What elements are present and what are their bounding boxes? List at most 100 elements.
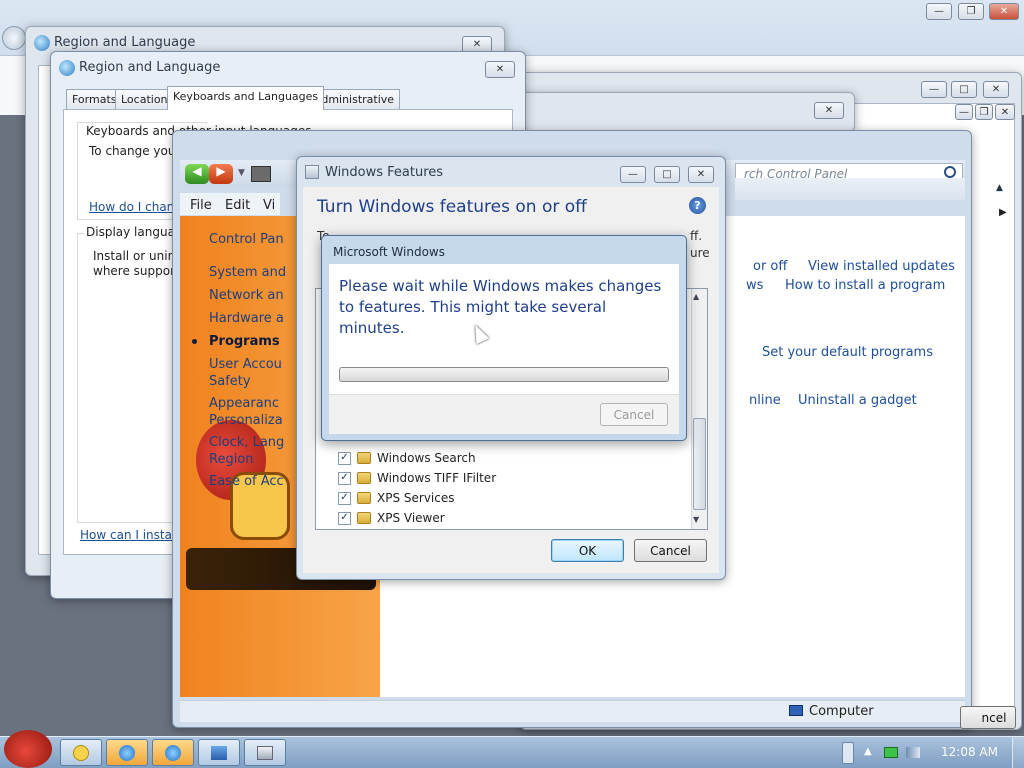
scroll-down-icon[interactable]: ▼ [693,515,699,524]
uninstall-gadget-link[interactable]: Uninstall a gadget [798,393,917,408]
taskbar-smiley-button[interactable] [60,739,102,766]
tray-scroll-icon[interactable] [842,742,854,764]
maximize-button[interactable]: □ [654,166,680,183]
menu-file[interactable]: File [190,198,212,213]
restore-button[interactable]: ❐ [975,104,993,120]
install-program-link[interactable]: How to install a program [785,278,945,293]
collapse-icon[interactable]: ▲ [996,183,1003,193]
feature-row[interactable]: ✓ Windows Search [338,448,476,468]
sidebar-clock-language[interactable]: Clock, Lang [209,435,284,450]
taskbar-ie-button-2[interactable] [152,739,194,766]
expand-arrow-icon[interactable]: ▶ [999,207,1007,218]
features-icon [305,165,319,179]
start-button[interactable] [4,730,52,768]
minimize-button[interactable]: — [620,166,646,183]
cancel-partial-label: ncel [981,710,1007,725]
sidebar-system[interactable]: System and [209,265,286,280]
checkbox-checked[interactable]: ✓ [338,451,351,465]
close-button[interactable]: ✕ [814,102,844,119]
checkbox-checked[interactable]: ✓ [338,471,351,485]
features-heading: Turn Windows features on or off [317,197,587,217]
scroll-up-icon[interactable]: ▲ [693,292,699,301]
tray-arrow-icon[interactable]: ▲ [864,746,872,757]
sidebar-appearance[interactable]: Appearanc [209,396,279,411]
help-icon[interactable]: ? [689,197,706,214]
checkbox-checked[interactable]: ✓ [338,511,351,525]
minimize-button[interactable]: — [921,81,947,98]
feature-row[interactable]: ✓ XPS Viewer [338,508,445,528]
feature-label: XPS Viewer [377,511,445,525]
taskbar-control-panel-button[interactable] [198,739,240,766]
minimize-button[interactable]: — [926,3,952,20]
smiley-icon [73,744,89,761]
forward-arrow-icon[interactable]: ▶ [209,164,233,184]
sidebar-ease-of-access[interactable]: Ease of Acc [209,474,284,489]
programs-link-partial[interactable]: ws [746,278,763,293]
turn-features-link[interactable]: or off [753,259,787,274]
view-installed-updates-link[interactable]: View installed updates [808,259,955,274]
taskbar-ie-button-1[interactable] [106,739,148,766]
sidebar-safety[interactable]: Safety [209,374,251,389]
cancel-button[interactable]: Cancel [634,539,707,562]
progress-message: Please wait while Windows makes changes … [339,277,662,337]
control-panel-icon [211,745,227,760]
close-button[interactable]: ✕ [989,3,1019,20]
ie-icon [165,744,181,761]
restore-button[interactable]: ❐ [958,3,984,20]
default-programs-link[interactable]: Set your default programs [762,345,933,360]
features-description-right-2: ure [690,246,710,260]
features-icon [257,745,273,760]
minimize-button[interactable]: — [955,104,973,120]
globe-icon [59,60,75,76]
tray-network-icon[interactable] [884,747,898,758]
keyboards-text: To change your [89,144,181,158]
feature-label: XPS Services [377,491,455,505]
feature-row[interactable]: ✓ XPS Services [338,488,455,508]
feature-label: Windows Search [377,451,476,465]
sidebar-control-panel-home[interactable]: Control Pan [209,232,284,247]
feature-label: Windows TIFF IFilter [377,471,497,485]
keyboards-help-link[interactable]: How do I chang [89,200,182,214]
scroll-thumb[interactable] [693,418,706,510]
features-description-right: ff. [690,229,703,243]
globe-icon [34,35,50,51]
clock[interactable]: 12:08 AM [941,745,998,759]
tab-location[interactable]: Location [115,89,174,109]
ok-button[interactable]: OK [551,539,624,562]
maximize-button[interactable]: □ [951,81,977,98]
search-icon[interactable] [944,166,956,178]
tray-volume-icon[interactable] [906,747,920,758]
sidebar-region[interactable]: Region [209,452,254,467]
dropdown-icon[interactable]: ▼ [238,168,245,178]
sidebar-network[interactable]: Network an [209,288,284,303]
status-computer: Computer [809,704,874,719]
progress-cancel-button[interactable]: Cancel [600,403,668,426]
folder-icon [357,512,371,524]
sidebar-user-accounts[interactable]: User Accou [209,357,282,372]
folder-icon [357,472,371,484]
sidebar-programs[interactable]: Programs [209,334,280,349]
show-desktop-button[interactable] [1012,737,1024,768]
checkbox-checked[interactable]: ✓ [338,491,351,505]
progress-dialog-title: Microsoft Windows [333,245,445,259]
feature-row[interactable]: ✓ Windows TIFF IFilter [338,468,496,488]
folder-icon [357,452,371,464]
sidebar-personalization[interactable]: Personaliza [209,413,283,428]
close-button[interactable]: ✕ [485,61,515,78]
close-button[interactable]: ✕ [983,81,1009,98]
taskbar-features-button[interactable] [244,739,286,766]
sidebar-bullet-icon [192,339,197,344]
tab-keyboards-languages[interactable]: Keyboards and Languages [167,86,325,110]
back-arrow-icon[interactable]: ◀ [185,164,209,184]
close-button[interactable]: ✕ [995,104,1015,120]
window-title: Region and Language [79,60,221,75]
cancel-button-partial[interactable]: ncel [960,706,1016,729]
close-button[interactable]: ✕ [688,166,714,183]
menu-edit[interactable]: Edit [225,198,250,213]
back-nav-icon[interactable] [2,26,26,50]
menu-view[interactable]: Vi [263,198,275,213]
window-title: Region and Language [54,35,196,50]
inner-window-controls: — ❐ ✕ [955,104,1017,122]
sidebar-hardware[interactable]: Hardware a [209,311,284,326]
gadgets-online-link[interactable]: nline [749,393,781,408]
